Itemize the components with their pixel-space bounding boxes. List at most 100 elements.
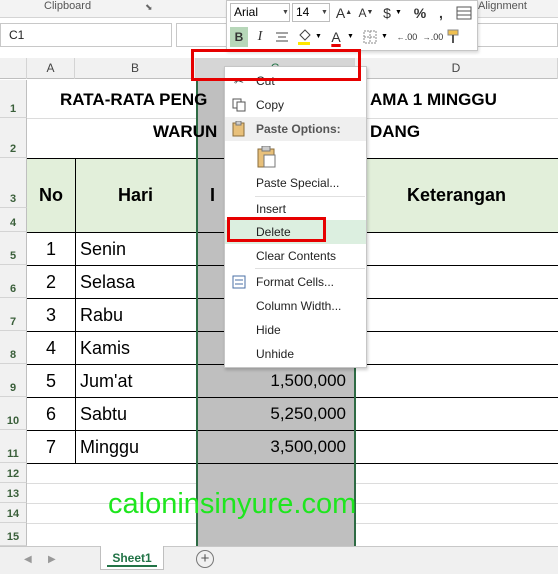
column-header-a[interactable]: A — [27, 58, 75, 79]
header-keterangan[interactable]: Keterangan — [355, 158, 558, 232]
cell-no[interactable]: 6 — [27, 398, 75, 430]
cell-no[interactable]: 4 — [27, 332, 75, 364]
currency-icon[interactable]: $ — [379, 3, 395, 22]
column-header-d[interactable]: D — [355, 58, 558, 79]
italic-button[interactable]: I — [251, 27, 269, 47]
clipboard-group-label: Clipboard — [44, 0, 92, 12]
align-center-icon[interactable] — [273, 27, 291, 47]
row-header-6[interactable]: 6 — [0, 265, 27, 298]
font-size-dropdown-icon[interactable]: ▼ — [321, 3, 329, 22]
row-header-1[interactable]: 1 — [0, 80, 27, 118]
font-color-dropdown-icon[interactable]: ▼ — [347, 27, 355, 47]
borders-dropdown-icon[interactable]: ▼ — [381, 27, 389, 47]
cell-hari[interactable]: Jum'at — [80, 365, 196, 397]
row-header-5[interactable]: 5 — [0, 232, 27, 265]
fill-color-icon[interactable] — [295, 27, 313, 47]
title-line1-right: AMA 1 MINGGU — [370, 90, 497, 109]
menu-item-hide-label: Hide — [256, 323, 281, 337]
menu-item-format-cells-label: Format Cells... — [256, 275, 335, 289]
title-line2-right: DANG — [370, 122, 421, 141]
decrease-decimal-label: .00 — [430, 32, 444, 42]
menu-item-format-cells[interactable]: Format Cells... — [225, 270, 366, 294]
paste-button[interactable] — [255, 145, 279, 169]
row-header-2[interactable]: 2 — [0, 118, 27, 158]
copy-icon — [231, 97, 247, 113]
font-name-select[interactable]: Arial — [230, 3, 290, 22]
menu-item-unhide-label: Unhide — [256, 347, 295, 361]
shrink-font-label: A — [358, 5, 367, 20]
cell-value[interactable]: 3,500,000 — [198, 431, 346, 463]
menu-item-unhide[interactable]: Unhide — [225, 342, 366, 366]
menu-item-column-width-label: Column Width... — [256, 299, 342, 313]
cell-no[interactable]: 7 — [27, 431, 75, 463]
highlight-column-header-box — [191, 49, 361, 81]
row-header-13[interactable]: 13 — [0, 483, 27, 503]
row-header-8[interactable]: 8 — [0, 331, 27, 364]
fill-color-dropdown-icon[interactable]: ▼ — [315, 27, 323, 47]
row-header-15[interactable]: 15 — [0, 523, 27, 546]
percent-icon[interactable]: % — [411, 3, 429, 22]
mini-toolbar: Arial ▼ 14 ▼ A ▲ A ▼ $ ▼ % , B I ▼ A ▼ ▼ ←… — [226, 0, 478, 51]
font-color-icon[interactable]: A — [327, 27, 345, 47]
cell-no[interactable]: 1 — [27, 233, 75, 265]
menu-item-hide[interactable]: Hide — [225, 318, 366, 342]
add-sheet-icon[interactable]: + — [196, 550, 214, 568]
cell-value[interactable]: 5,250,000 — [198, 398, 346, 430]
paste-options-label: Paste Options: — [256, 122, 341, 136]
row-header-3[interactable]: 3 — [0, 158, 27, 208]
sheet-tab-bar: ◀ ▶ + — [0, 546, 558, 574]
cell-hari[interactable]: Kamis — [80, 332, 196, 364]
increase-decimal-icon[interactable]: ← .00 — [395, 27, 419, 47]
menu-item-copy[interactable]: Copy — [225, 93, 366, 117]
table-icon[interactable] — [455, 5, 473, 21]
name-box[interactable]: C1 — [0, 23, 172, 47]
borders-icon[interactable] — [361, 27, 379, 47]
format-cells-icon — [231, 274, 247, 290]
title-line2-left: WARUN — [153, 122, 218, 141]
scroll-right-icon[interactable]: ▶ — [48, 554, 56, 565]
cell-no[interactable]: 5 — [27, 365, 75, 397]
bold-button[interactable]: B — [230, 27, 248, 47]
highlight-delete-box — [227, 217, 326, 242]
scroll-left-icon[interactable]: ◀ — [24, 554, 32, 565]
clipboard-launcher-icon[interactable]: ⬊ — [145, 2, 153, 13]
paste-options-header: Paste Options: — [225, 117, 366, 141]
row-header-14[interactable]: 14 — [0, 503, 27, 523]
column-header-b[interactable]: B — [75, 58, 196, 79]
menu-item-column-width[interactable]: Column Width... — [225, 294, 366, 318]
header-c-partial: I — [210, 184, 216, 205]
menu-item-clear-contents[interactable]: Clear Contents — [225, 244, 366, 268]
format-painter-icon[interactable] — [445, 27, 463, 47]
cell-hari[interactable]: Senin — [80, 233, 196, 265]
shrink-font-icon[interactable]: A ▼ — [357, 3, 375, 22]
font-name-dropdown-icon[interactable]: ▼ — [282, 3, 290, 22]
grow-font-icon[interactable]: A ▲ — [335, 3, 353, 22]
decrease-decimal-icon[interactable]: → .00 — [421, 27, 445, 47]
cell-no[interactable]: 3 — [27, 299, 75, 331]
header-no[interactable]: No — [27, 158, 75, 232]
comma-style-icon[interactable]: , — [434, 3, 448, 22]
header-hari[interactable]: Hari — [75, 158, 196, 232]
clipboard-paste-icon — [257, 146, 276, 168]
row-header-11[interactable]: 11 — [0, 430, 27, 463]
cell-value[interactable]: 1,500,000 — [198, 365, 346, 397]
cell-hari[interactable]: Sabtu — [80, 398, 196, 430]
sheet-tab-sheet1[interactable]: Sheet1 — [100, 546, 164, 570]
menu-separator — [255, 268, 365, 269]
cell-no[interactable]: 2 — [27, 266, 75, 298]
menu-item-copy-label: Copy — [256, 98, 285, 112]
paste-icon — [231, 121, 247, 137]
cell-hari[interactable]: Rabu — [80, 299, 196, 331]
row-header-9[interactable]: 9 — [0, 364, 27, 397]
row-header-12[interactable]: 12 — [0, 463, 27, 483]
row-header-7[interactable]: 7 — [0, 298, 27, 331]
cell-hari[interactable]: Minggu — [80, 431, 196, 463]
row-header-10[interactable]: 10 — [0, 397, 27, 430]
cell-hari[interactable]: Selasa — [80, 266, 196, 298]
menu-item-paste-special[interactable]: Paste Special... — [225, 171, 366, 195]
row-header-4[interactable]: 4 — [0, 208, 27, 232]
select-all-corner[interactable] — [0, 58, 27, 79]
grow-font-label: A — [335, 4, 346, 21]
selection-border-left — [196, 80, 198, 546]
currency-dropdown-icon[interactable]: ▼ — [395, 3, 403, 22]
